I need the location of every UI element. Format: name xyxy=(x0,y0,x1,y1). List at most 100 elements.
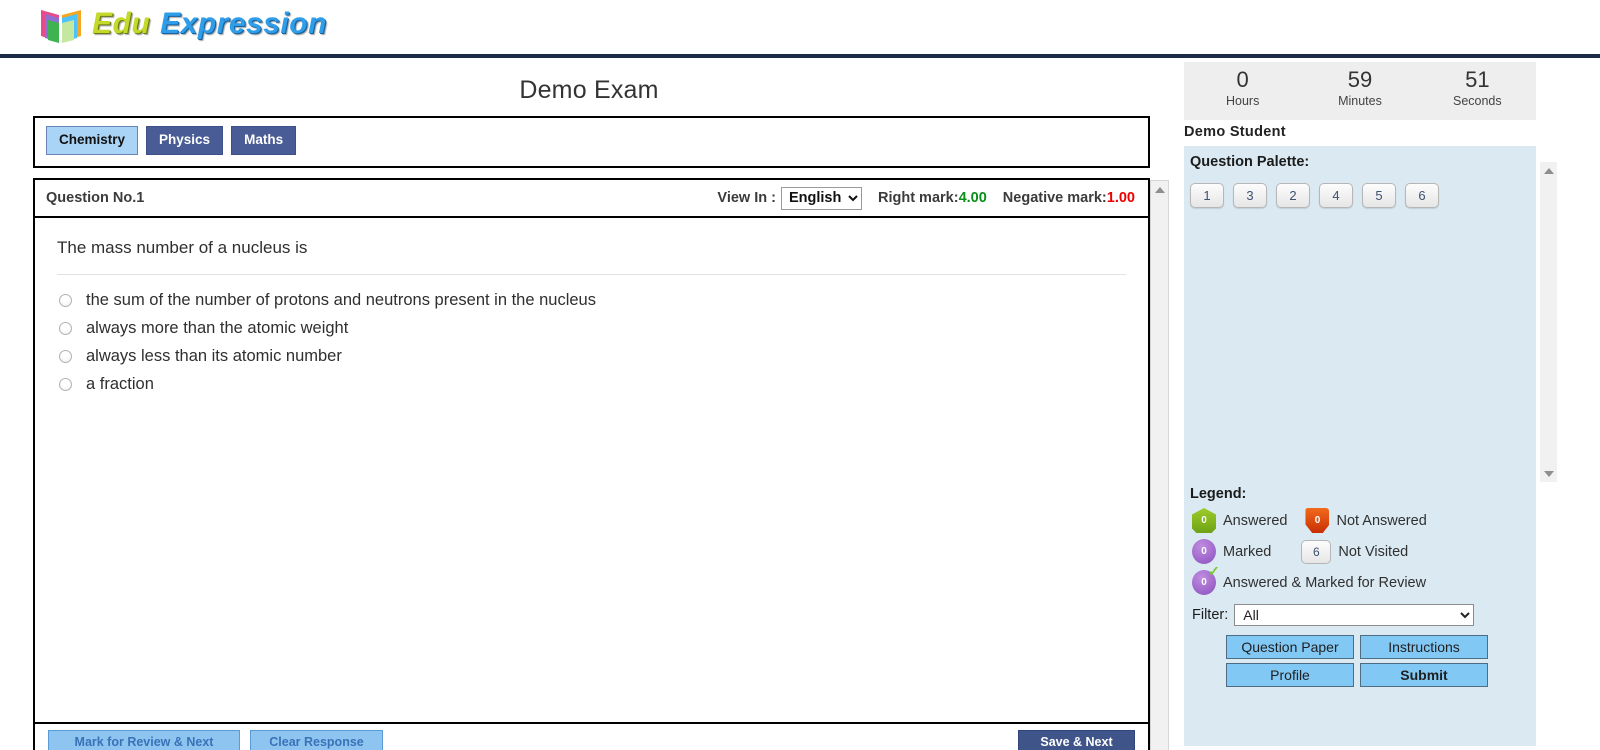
brand-name-part1: Edu xyxy=(92,7,151,40)
legend-marked-label: Marked xyxy=(1223,543,1272,560)
page-body: Demo Exam Chemistry Physics Maths Questi… xyxy=(0,58,1600,750)
exam-column: Demo Exam Chemistry Physics Maths Questi… xyxy=(0,58,1178,750)
option-row[interactable]: the sum of the number of protons and neu… xyxy=(59,291,1148,310)
instructions-button[interactable]: Instructions xyxy=(1360,635,1488,659)
not-visited-square-icon: 6 xyxy=(1301,539,1332,564)
palette-question-button[interactable]: 6 xyxy=(1405,183,1439,208)
question-palette-grid: 1 3 2 4 5 6 xyxy=(1184,170,1536,208)
right-mark-label: Right mark: xyxy=(877,190,959,206)
timer-minutes-label: Minutes xyxy=(1338,94,1382,109)
negative-mark-value: 1.00 xyxy=(1106,190,1135,206)
timer-minutes: 59 Minutes xyxy=(1301,62,1418,120)
legend-not-visited: 6 Not Visited xyxy=(1301,539,1409,564)
brand-name: Edu Expression xyxy=(92,9,327,39)
scroll-up-arrow-icon[interactable] xyxy=(1151,181,1168,198)
question-text: The mass number of a nucleus is xyxy=(57,218,1126,275)
legend-row-3: 0 ✓ Answered & Marked for Review xyxy=(1184,564,1536,595)
option-radio-2[interactable] xyxy=(59,322,72,335)
answered-marked-circle-check-icon: 0 ✓ xyxy=(1192,564,1220,595)
option-row[interactable]: always more than the atomic weight xyxy=(59,319,1148,338)
legend-answered-marked-label: Answered & Marked for Review xyxy=(1223,574,1427,591)
option-label-2[interactable]: always more than the atomic weight xyxy=(86,319,348,338)
language-select[interactable]: English xyxy=(780,186,862,210)
legend-not-answered: 0 Not Answered xyxy=(1305,508,1427,533)
legend-not-visited-label: Not Visited xyxy=(1338,543,1409,560)
not-answered-shield-icon: 0 xyxy=(1305,508,1330,533)
palette-question-button[interactable]: 1 xyxy=(1190,183,1224,208)
marked-circle-icon: 0 xyxy=(1192,539,1216,564)
legend-answered: 0 Answered xyxy=(1192,508,1287,533)
legend-title: Legend: xyxy=(1190,486,1247,502)
option-label-3[interactable]: always less than its atomic number xyxy=(86,347,342,366)
question-number: Question No.1 xyxy=(46,190,145,206)
palette-question-button[interactable]: 5 xyxy=(1362,183,1396,208)
palette-scroll-down-arrow-icon[interactable] xyxy=(1540,465,1557,482)
timer-seconds-value: 51 xyxy=(1465,67,1490,92)
timer-hours-value: 0 xyxy=(1236,67,1249,92)
check-icon: ✓ xyxy=(1208,563,1220,579)
view-in-group: View In : English xyxy=(717,186,862,210)
question-panel: Question No.1 View In : English Right ma… xyxy=(33,178,1169,750)
student-name: Demo Student xyxy=(1184,124,1286,140)
question-palette-title: Question Palette: xyxy=(1190,154,1310,170)
question-paper-button[interactable]: Question Paper xyxy=(1226,635,1354,659)
brand-logo[interactable]: Edu Expression xyxy=(38,2,327,46)
filter-select[interactable]: All xyxy=(1234,604,1475,626)
answered-pentagon-icon: 0 xyxy=(1192,508,1216,533)
palette-column: 0 Hours 59 Minutes 51 Seconds Demo Stude… xyxy=(1184,58,1600,746)
filter-label: Filter: xyxy=(1192,607,1229,623)
option-radio-4[interactable] xyxy=(59,378,72,391)
timer-hours-label: Hours xyxy=(1225,94,1260,109)
site-header: Edu Expression xyxy=(0,0,1600,58)
countdown-timer: 0 Hours 59 Minutes 51 Seconds xyxy=(1184,62,1536,120)
option-row[interactable]: always less than its atomic number xyxy=(59,347,1148,366)
subject-tabs: Chemistry Physics Maths xyxy=(35,118,1148,155)
palette-question-button[interactable]: 3 xyxy=(1233,183,1267,208)
negative-mark: Negative mark:1.00 xyxy=(1003,190,1135,206)
clear-response-button[interactable]: Clear Response xyxy=(250,730,383,750)
negative-mark-label: Negative mark: xyxy=(1002,190,1107,206)
question-meta-right: View In : English Right mark:4.00 Negati… xyxy=(717,186,1135,210)
legend-answered-marked: 0 ✓ Answered & Marked for Review xyxy=(1192,564,1427,595)
question-panel-scrollbar[interactable] xyxy=(1150,180,1169,750)
legend-marked: 0 Marked xyxy=(1192,539,1271,564)
profile-button[interactable]: Profile xyxy=(1226,663,1354,687)
legend-panel: Legend: 0 Answered 0 Not Answered 0 Mark… xyxy=(1184,478,1536,746)
question-action-bar: Mark for Review & Next Clear Response Sa… xyxy=(35,722,1148,750)
filter-row: Filter: All xyxy=(1184,604,1536,626)
right-mark-value: 4.00 xyxy=(958,190,987,206)
page-title: Demo Exam xyxy=(519,76,659,104)
legend-not-answered-label: Not Answered xyxy=(1336,512,1427,529)
timer-minutes-value: 59 xyxy=(1347,67,1373,92)
option-row[interactable]: a fraction xyxy=(59,375,1148,394)
option-label-4[interactable]: a fraction xyxy=(86,375,154,394)
question-body: The mass number of a nucleus is the sum … xyxy=(35,218,1148,724)
timer-seconds-label: Seconds xyxy=(1452,94,1502,109)
legend-row-1: 0 Answered 0 Not Answered xyxy=(1184,508,1536,533)
mark-for-review-next-button[interactable]: Mark for Review & Next xyxy=(48,730,240,750)
view-in-label: View In : xyxy=(717,190,776,206)
legend-row-2: 0 Marked 6 Not Visited xyxy=(1184,539,1536,564)
save-and-next-button[interactable]: Save & Next xyxy=(1018,730,1135,750)
timer-seconds: 51 Seconds xyxy=(1419,62,1536,120)
tab-physics[interactable]: Physics xyxy=(146,126,224,155)
palette-scroll-up-arrow-icon[interactable] xyxy=(1540,162,1557,179)
option-radio-3[interactable] xyxy=(59,350,72,363)
palette-question-button[interactable]: 4 xyxy=(1319,183,1353,208)
question-meta-bar: Question No.1 View In : English Right ma… xyxy=(35,180,1148,218)
palette-question-button[interactable]: 2 xyxy=(1276,183,1310,208)
option-list: the sum of the number of protons and neu… xyxy=(35,275,1148,394)
brand-name-part2: Expression xyxy=(160,7,327,40)
tab-chemistry[interactable]: Chemistry xyxy=(46,126,139,155)
open-book-icon xyxy=(41,10,81,43)
subject-tabs-panel: Chemistry Physics Maths xyxy=(33,116,1150,168)
option-label-1[interactable]: the sum of the number of protons and neu… xyxy=(86,291,596,310)
timer-hours: 0 Hours xyxy=(1184,62,1301,120)
submit-button[interactable]: Submit xyxy=(1360,663,1488,687)
nav-button-group: Question Paper Instructions Profile Subm… xyxy=(1184,635,1494,687)
option-radio-1[interactable] xyxy=(59,294,72,307)
right-mark: Right mark:4.00 xyxy=(878,190,987,206)
legend-answered-label: Answered xyxy=(1223,512,1288,529)
palette-scrollbar[interactable] xyxy=(1540,162,1557,482)
tab-maths[interactable]: Maths xyxy=(231,126,297,155)
